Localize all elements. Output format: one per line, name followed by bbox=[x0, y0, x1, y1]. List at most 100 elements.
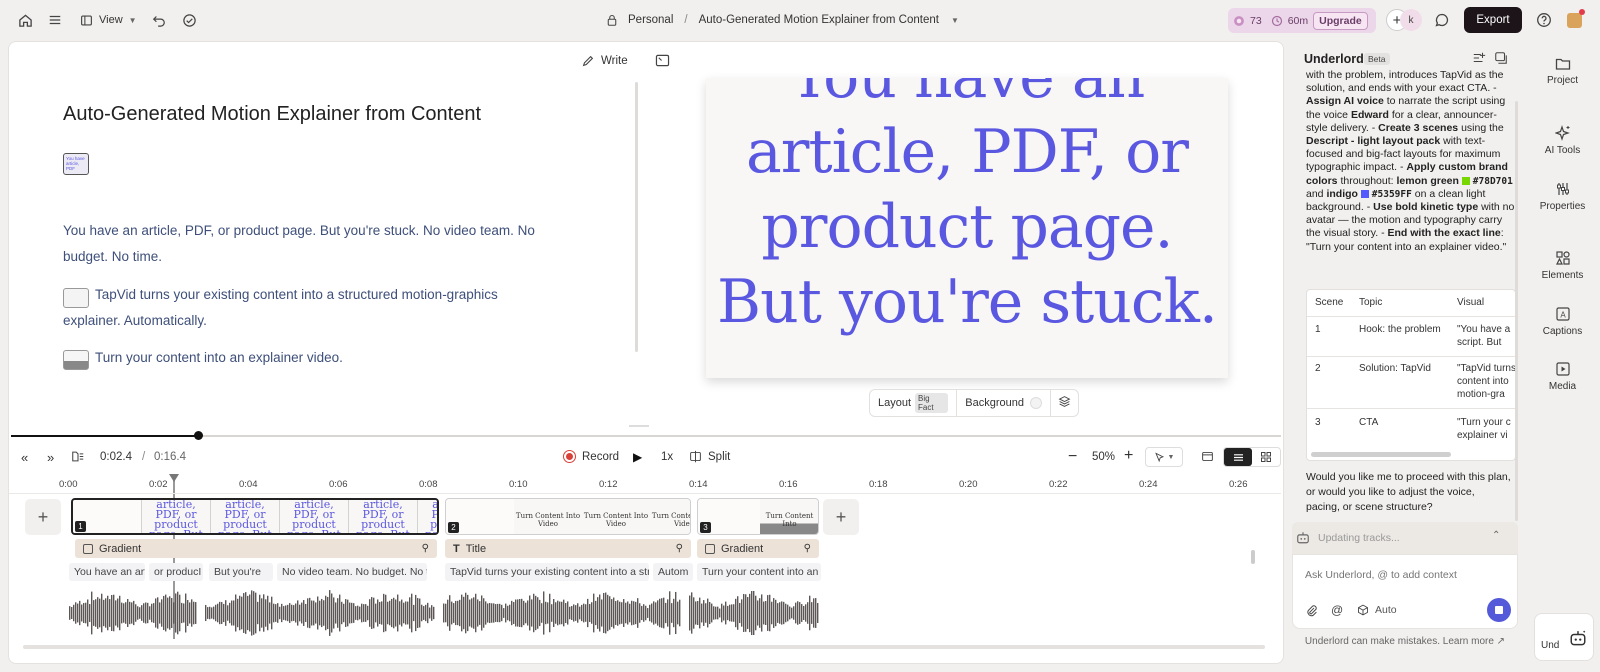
grid-view-icon[interactable] bbox=[1252, 448, 1280, 466]
split-button[interactable]: Split bbox=[689, 450, 730, 463]
record-button[interactable]: Record bbox=[563, 450, 619, 463]
avatar[interactable]: k bbox=[1400, 9, 1422, 31]
chapters-icon[interactable] bbox=[71, 450, 85, 466]
transcript-word[interactable]: Autom bbox=[653, 563, 693, 581]
scene-clip-1[interactable]: article, PDF, or product page. But you'r… bbox=[71, 498, 439, 535]
new-chat-icon[interactable] bbox=[1472, 51, 1486, 68]
check-circle-icon[interactable] bbox=[182, 8, 197, 32]
underlord-launcher[interactable]: Und bbox=[1534, 613, 1594, 661]
chat-input[interactable] bbox=[1305, 565, 1505, 585]
chat-history-icon[interactable] bbox=[1494, 51, 1508, 68]
scene-clip-3[interactable]: Turn Content Into 3 bbox=[697, 498, 819, 535]
usage-pill[interactable]: 73 60m Upgrade bbox=[1228, 8, 1376, 33]
waveform-bar bbox=[627, 601, 629, 625]
add-scene-button[interactable]: + bbox=[25, 499, 61, 535]
undo-icon[interactable] bbox=[152, 8, 166, 32]
panel-resize-handle[interactable] bbox=[629, 425, 649, 427]
table-cell: CTA bbox=[1359, 417, 1379, 428]
gradient-layer-track[interactable]: Gradient ⚲ bbox=[697, 539, 819, 558]
timeline-scrollbar-horizontal[interactable] bbox=[23, 645, 1265, 649]
script-paragraph-3[interactable]: Turn your content into an explainer vide… bbox=[63, 345, 553, 371]
comment-icon[interactable] bbox=[1434, 8, 1450, 32]
playhead-handle[interactable] bbox=[169, 474, 179, 482]
waveform-bar bbox=[323, 600, 325, 626]
message-bold: indigo bbox=[1326, 187, 1358, 200]
audio-waveform[interactable] bbox=[69, 585, 829, 641]
gradient-layer-track[interactable]: Gradient ⚲ bbox=[75, 539, 437, 558]
link-icon[interactable]: ⚲ bbox=[804, 543, 811, 554]
aspect-ratio-icon[interactable] bbox=[655, 54, 670, 70]
waveform-bar bbox=[527, 600, 529, 626]
waveform-bar bbox=[589, 603, 591, 623]
workspace-link[interactable]: Personal bbox=[628, 14, 673, 26]
add-scene-button[interactable]: + bbox=[823, 499, 859, 535]
model-select[interactable]: Auto bbox=[1357, 604, 1397, 616]
background-button[interactable]: Background bbox=[957, 390, 1051, 416]
waveform-bar bbox=[249, 594, 251, 632]
home-icon[interactable] bbox=[18, 8, 33, 32]
ruler-tick: 0:14 bbox=[689, 479, 708, 490]
list-view-icon[interactable] bbox=[1224, 448, 1252, 466]
project-title[interactable]: Auto-Generated Motion Explainer from Con… bbox=[699, 14, 939, 26]
scene-thumbnail[interactable] bbox=[63, 288, 89, 308]
transcript-word[interactable]: But you're bbox=[209, 563, 273, 581]
transcript-word[interactable]: You have an arti bbox=[69, 563, 145, 581]
zoom-out-icon[interactable]: − bbox=[1068, 448, 1077, 466]
captions-toggle-icon[interactable] bbox=[1201, 450, 1214, 466]
notifications-icon[interactable] bbox=[1567, 8, 1585, 32]
rewind-icon[interactable]: « bbox=[21, 450, 28, 465]
attach-icon[interactable] bbox=[1305, 604, 1318, 620]
waveform-bar bbox=[619, 601, 621, 625]
upgrade-button[interactable]: Upgrade bbox=[1313, 11, 1368, 30]
scene-thumbnail[interactable]: You have article, PDF bbox=[63, 153, 89, 175]
preview-line: article, PDF, or bbox=[746, 117, 1189, 187]
scene-clip-2[interactable]: Turn Content Into Video Turn Content Int… bbox=[445, 498, 691, 535]
waveform-bar bbox=[699, 597, 701, 629]
sidebar-item-properties[interactable]: Properties bbox=[1525, 181, 1600, 212]
menu-icon[interactable] bbox=[48, 8, 62, 32]
waveform-bar bbox=[393, 597, 395, 629]
script-scrollbar[interactable] bbox=[635, 82, 638, 352]
waveform-bar bbox=[271, 596, 273, 630]
chevron-up-icon[interactable]: ⌃ bbox=[1492, 530, 1500, 541]
scrubber-handle[interactable] bbox=[194, 431, 203, 440]
transcript-word[interactable]: Turn your content into an e bbox=[697, 563, 821, 581]
stop-button[interactable] bbox=[1487, 598, 1511, 622]
timeline-scrollbar-vertical[interactable] bbox=[1251, 550, 1255, 564]
transcript-word[interactable]: No video team. No budget. No ti bbox=[277, 563, 427, 581]
sidebar-item-project[interactable]: Project bbox=[1525, 57, 1600, 86]
sidebar-item-elements[interactable]: Elements bbox=[1525, 250, 1600, 281]
transcript-word[interactable]: TapVid turns your existing content into … bbox=[445, 563, 649, 581]
zoom-in-icon[interactable]: + bbox=[1124, 447, 1133, 465]
cursor-tool-select[interactable]: ▼ bbox=[1145, 447, 1183, 467]
link-icon[interactable]: ⚲ bbox=[676, 543, 683, 554]
script-paragraph-1[interactable]: You have an article, PDF, or product pag… bbox=[63, 218, 553, 270]
export-button[interactable]: Export bbox=[1464, 7, 1522, 33]
sidebar-item-ai-tools[interactable]: AI Tools bbox=[1525, 125, 1600, 156]
title-layer-track[interactable]: T Title ⚲ bbox=[445, 539, 691, 558]
fast-forward-icon[interactable]: » bbox=[47, 450, 54, 465]
video-preview[interactable]: You have an article, PDF, or product pag… bbox=[706, 78, 1228, 378]
play-icon[interactable]: ▶ bbox=[633, 450, 642, 464]
script-paragraph-2[interactable]: TapVid turns your existing content into … bbox=[63, 282, 553, 334]
layers-icon[interactable] bbox=[1051, 395, 1078, 411]
message-bold: Assign AI voice bbox=[1306, 95, 1384, 108]
transcript-word[interactable]: or producI bbox=[149, 563, 203, 581]
table-scrollbar[interactable] bbox=[1311, 452, 1451, 457]
view-menu[interactable]: View ▼ bbox=[80, 8, 137, 32]
help-icon[interactable] bbox=[1536, 8, 1552, 32]
write-button[interactable]: Write bbox=[581, 54, 628, 68]
scene-thumbnail[interactable] bbox=[63, 350, 89, 370]
chevron-down-icon[interactable]: ▼ bbox=[951, 16, 959, 25]
waveform-bar bbox=[353, 603, 355, 623]
waveform-bar bbox=[123, 603, 125, 623]
mention-icon[interactable]: @ bbox=[1331, 603, 1343, 617]
link-icon[interactable]: ⚲ bbox=[422, 543, 429, 554]
layout-button[interactable]: Layout Big Fact bbox=[870, 390, 958, 416]
disclaimer[interactable]: Underlord can make mistakes. Learn more … bbox=[1292, 636, 1518, 647]
sidebar-item-captions[interactable]: A Captions bbox=[1525, 306, 1600, 337]
sidebar-item-media[interactable]: Media bbox=[1525, 361, 1600, 392]
speed-button[interactable]: 1x bbox=[661, 451, 673, 463]
assistant-scrollbar[interactable] bbox=[1515, 101, 1518, 521]
launcher-label: Und bbox=[1541, 640, 1560, 651]
